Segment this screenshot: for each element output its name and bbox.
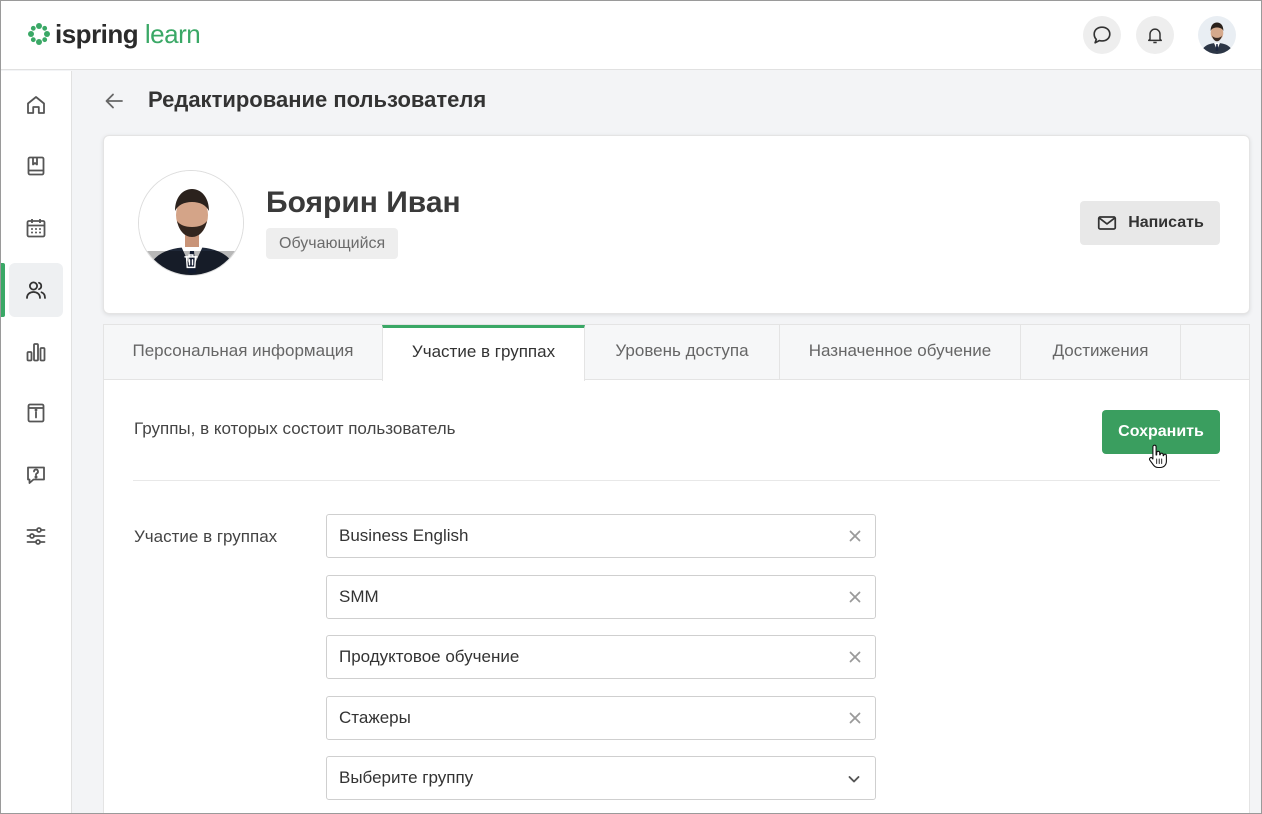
- group-chip-field[interactable]: Business English: [326, 514, 876, 558]
- bell-icon: [1148, 28, 1162, 44]
- group-name: SMM: [339, 587, 379, 606]
- close-icon: [849, 591, 861, 603]
- sidebar-active-indicator: [1, 263, 5, 317]
- tab-personal-info[interactable]: Персональная информация: [104, 325, 383, 380]
- sidebar-item-help[interactable]: [9, 448, 63, 502]
- chat-button[interactable]: [1083, 16, 1121, 54]
- sidebar: [1, 71, 72, 813]
- envelope-icon: [1098, 216, 1117, 230]
- logo-word-learn: learn: [144, 19, 201, 49]
- remove-group-button[interactable]: [847, 589, 863, 605]
- write-message-label: Написать: [1128, 214, 1204, 231]
- logo-asterisk-icon: [28, 23, 50, 45]
- sliders-icon: [26, 527, 46, 545]
- user-avatar[interactable]: [1198, 16, 1236, 54]
- sidebar-item-knowledge-base[interactable]: [9, 386, 63, 440]
- calendar-icon: [26, 219, 46, 238]
- delete-photo-button[interactable]: [179, 249, 203, 273]
- group-select-dropdown[interactable]: Выберите группу: [326, 756, 876, 800]
- remove-group-button[interactable]: [847, 528, 863, 544]
- group-chip-field[interactable]: SMM: [326, 575, 876, 619]
- info-book-icon: [27, 403, 45, 423]
- sidebar-item-settings[interactable]: [9, 509, 63, 563]
- close-icon: [849, 651, 861, 663]
- users-icon: [26, 281, 46, 299]
- home-icon: [27, 96, 45, 114]
- back-button[interactable]: [102, 89, 126, 113]
- group-select-placeholder: Выберите группу: [339, 768, 474, 787]
- groups-field-label: Участие в группах: [134, 527, 278, 546]
- close-icon: [849, 712, 861, 724]
- tab-bar: Персональная информация Участие в группа…: [104, 325, 1249, 381]
- tab-achievements[interactable]: Достижения: [1021, 325, 1181, 380]
- bar-chart-icon: [26, 343, 46, 362]
- groups-description: Группы, в которых состоит пользователь: [134, 419, 456, 438]
- question-bubble-icon: [27, 466, 45, 484]
- write-message-button[interactable]: Написать: [1080, 201, 1220, 245]
- group-name: Стажеры: [339, 708, 411, 727]
- trash-icon: [184, 254, 198, 269]
- close-icon: [849, 530, 861, 542]
- role-badge: Обучающийся: [266, 228, 399, 259]
- logo[interactable]: ispring learn: [27, 19, 201, 49]
- content-panel: Персональная информация Участие в группа…: [103, 324, 1250, 813]
- sidebar-item-courses[interactable]: [9, 139, 63, 193]
- profile-photo[interactable]: [138, 170, 244, 276]
- group-name: Business English: [339, 526, 469, 545]
- group-name: Продуктовое обучение: [339, 647, 520, 666]
- group-chip-field[interactable]: Продуктовое обучение: [326, 635, 876, 679]
- profile-card: Боярин Иван Обучающийся Написать: [103, 135, 1250, 314]
- notifications-button[interactable]: [1136, 16, 1174, 54]
- sidebar-item-home[interactable]: [9, 78, 63, 132]
- group-chip-field[interactable]: Стажеры: [326, 696, 876, 740]
- logo-word-ispring: ispring: [55, 19, 139, 49]
- hand-cursor-icon: [1148, 444, 1167, 469]
- chat-icon: [1093, 26, 1111, 44]
- avatar-photo-icon: [1198, 16, 1236, 54]
- sidebar-item-users[interactable]: [9, 263, 63, 317]
- page-title: Редактирование пользователя: [148, 87, 487, 112]
- section-divider: [133, 480, 1220, 481]
- remove-group-button[interactable]: [847, 710, 863, 726]
- sidebar-item-calendar[interactable]: [9, 201, 63, 255]
- book-icon: [27, 156, 45, 176]
- tab-assigned-learning[interactable]: Назначенное обучение: [780, 325, 1021, 380]
- tab-access-level[interactable]: Уровень доступа: [585, 325, 780, 380]
- app-window: ispring learn Редактирование пользовател…: [0, 0, 1262, 814]
- sidebar-item-reports[interactable]: [9, 325, 63, 379]
- chevron-down-icon: [848, 776, 860, 783]
- user-name: Боярин Иван: [266, 186, 461, 219]
- top-bar: ispring learn: [1, 1, 1261, 70]
- tab-groups[interactable]: Участие в группах: [382, 325, 585, 381]
- arrow-left-icon: [105, 93, 123, 109]
- remove-group-button[interactable]: [847, 649, 863, 665]
